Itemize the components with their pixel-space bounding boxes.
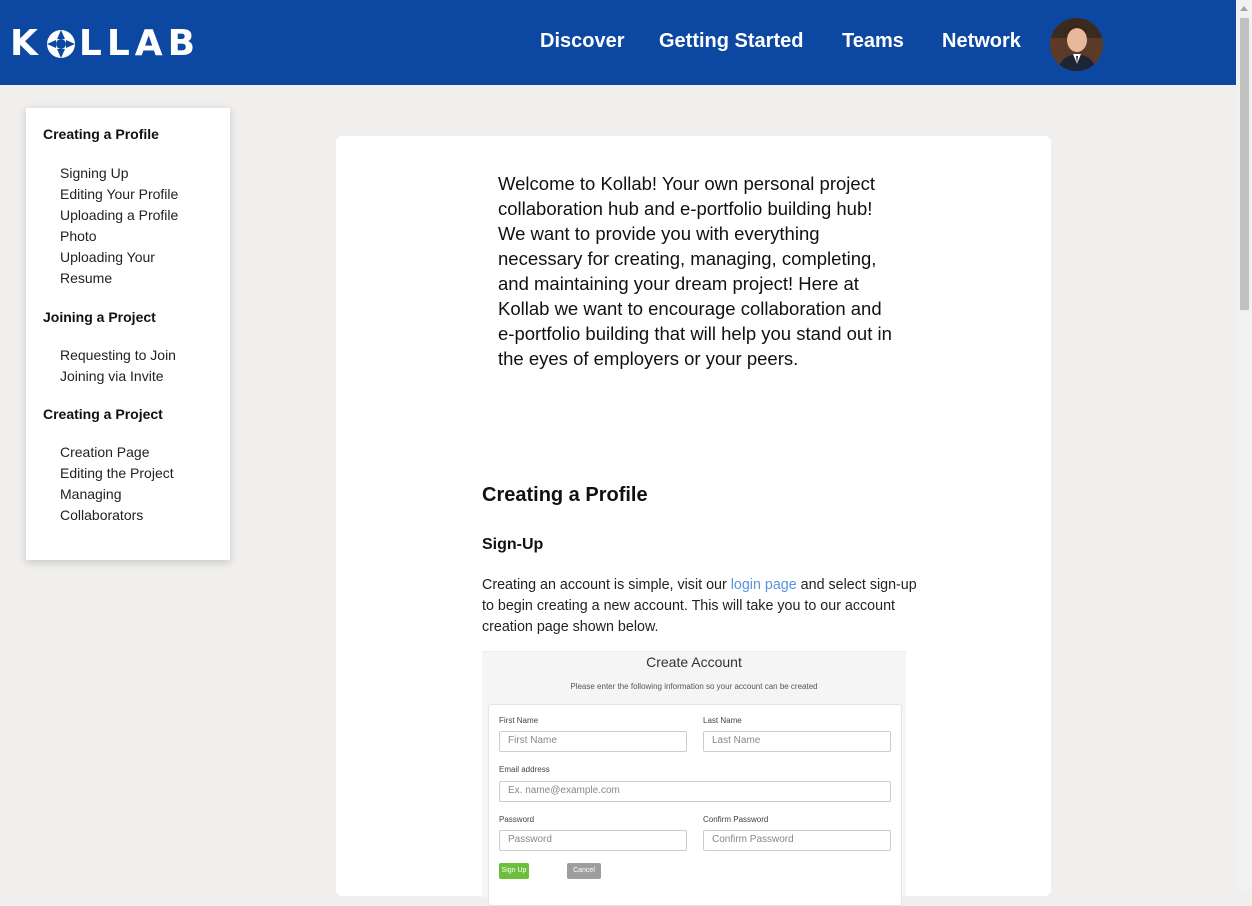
password-field[interactable]: Password	[499, 830, 687, 851]
para-text-before: Creating an account is simple, visit our	[482, 577, 731, 593]
top-navbar: K LLAB Discover Getting Started Teams Ne…	[0, 0, 1236, 85]
section-heading-creating-profile: Creating a Profile	[482, 484, 648, 506]
welcome-intro: Welcome to Kollab! Your own personal pro…	[498, 173, 892, 369]
nav-teams[interactable]: Teams	[842, 30, 904, 53]
content-card: Welcome to Kollab! Your own personal pro…	[336, 136, 1051, 906]
logo-o-icon	[46, 30, 75, 58]
page-scrollbar[interactable]	[1236, 0, 1252, 890]
sidebar-section-creating-profile[interactable]: Creating a Profile	[43, 126, 159, 142]
cancel-button[interactable]: Cancel	[567, 863, 601, 879]
nav-discover[interactable]: Discover	[540, 30, 625, 53]
kollab-logo[interactable]: K LLAB	[10, 22, 200, 66]
sidebar-item-requesting-join[interactable]: Requesting to Join	[60, 345, 176, 366]
guide-sidebar: Creating a Profile Signing Up Editing Yo…	[26, 108, 230, 560]
email-field[interactable]: Ex. name@example.com	[499, 781, 891, 802]
form-title: Create Account	[646, 654, 742, 670]
sign-up-button[interactable]: Sign Up	[499, 863, 529, 879]
sidebar-item-uploading-photo[interactable]: Uploading a Profile Photo	[60, 205, 200, 247]
nav-network[interactable]: Network	[942, 30, 1021, 53]
login-page-link[interactable]: login page	[731, 577, 797, 593]
scroll-up-arrow-icon[interactable]	[1240, 6, 1248, 11]
confirm-password-label: Confirm Password	[703, 815, 769, 824]
avatar-image	[1050, 18, 1103, 71]
form-panel: First Name First Name Last Name Last Nam…	[488, 704, 902, 906]
last-name-label: Last Name	[703, 716, 742, 725]
sidebar-item-signing-up[interactable]: Signing Up	[60, 163, 129, 184]
sidebar-section-creating-project[interactable]: Creating a Project	[43, 406, 163, 422]
sidebar-item-joining-invite[interactable]: Joining via Invite	[60, 366, 164, 387]
password-label: Password	[499, 815, 535, 824]
sidebar-item-editing-project[interactable]: Editing the Project	[60, 463, 174, 484]
first-name-field[interactable]: First Name	[499, 731, 687, 752]
first-name-label: First Name	[499, 716, 539, 725]
create-account-screenshot: Create Account Please enter the followin…	[482, 651, 906, 906]
email-label: Email address	[499, 765, 550, 774]
form-subtitle: Please enter the following information s…	[570, 682, 818, 691]
sidebar-section-joining-project[interactable]: Joining a Project	[43, 309, 156, 325]
sidebar-item-creation-page[interactable]: Creation Page	[60, 442, 150, 463]
confirm-password-field[interactable]: Confirm Password	[703, 830, 891, 851]
sidebar-item-managing-collaborators[interactable]: Managing Collaborators	[60, 484, 170, 526]
last-name-field[interactable]: Last Name	[703, 731, 891, 752]
user-avatar[interactable]	[1050, 18, 1103, 71]
subsection-heading-sign-up: Sign-Up	[482, 536, 544, 553]
signup-paragraph: Creating an account is simple, visit our…	[482, 575, 922, 638]
nav-getting-started[interactable]: Getting Started	[659, 30, 803, 53]
scrollbar-thumb[interactable]	[1240, 18, 1249, 310]
sidebar-item-uploading-resume[interactable]: Uploading Your Resume	[60, 247, 175, 289]
sidebar-item-editing-profile[interactable]: Editing Your Profile	[60, 184, 178, 205]
